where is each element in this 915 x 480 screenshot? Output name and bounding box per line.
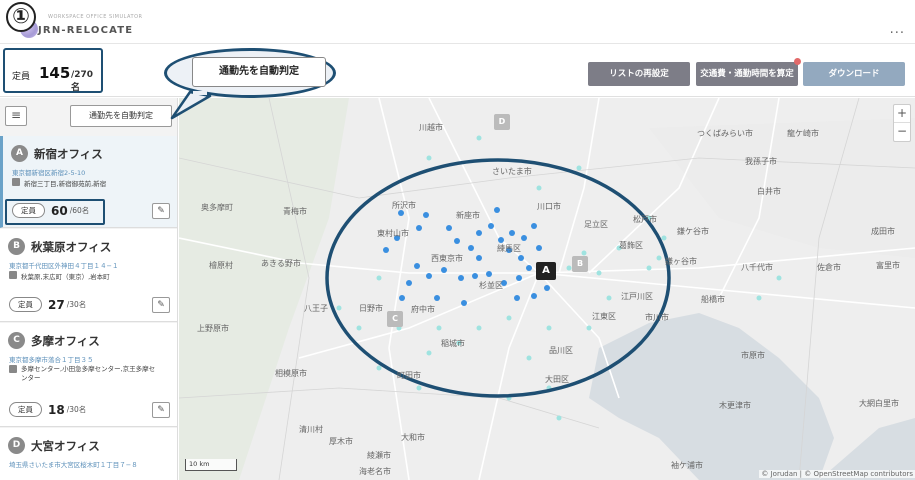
auto-assign-button[interactable]: 通勤先を自動判定 bbox=[192, 57, 326, 87]
step-badge: ① bbox=[6, 2, 36, 32]
callout-tail bbox=[170, 90, 212, 120]
app-window: ① WORKSPACE OFFICE SIMULATOR JRN-RELOCAT… bbox=[0, 0, 915, 480]
